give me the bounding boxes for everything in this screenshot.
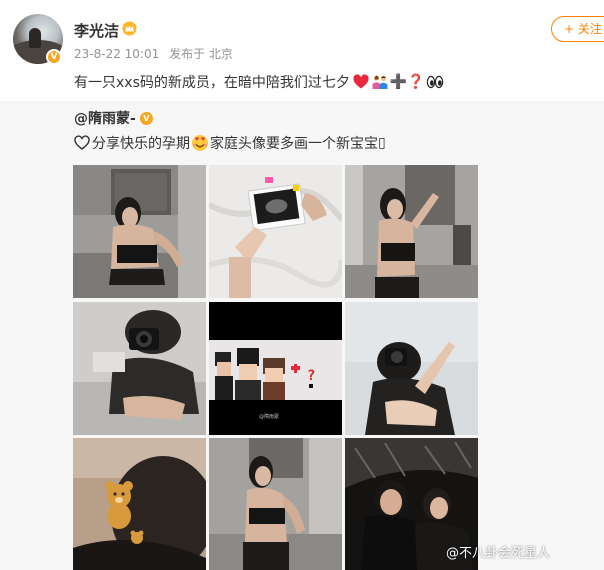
smile-hearts-icon [192,135,208,151]
repost-text-b: 家庭头像要多画一个新宝宝 [210,136,378,152]
username[interactable]: 李光洁 [74,20,119,41]
watermark: @不八卦会死星人 [446,546,551,561]
repost-text: 分享快乐的孕期 家庭头像要多画一个新宝宝 ▯ [74,133,386,153]
grid-photo-6[interactable] [345,302,478,435]
grid-photo-1[interactable] [73,165,206,298]
content-symbols: ➕❓ [389,74,425,90]
post-location: 发布于 北京 [169,47,233,61]
repost-author-name[interactable]: @隋雨蒙- [74,108,136,128]
grid-photo-3[interactable] [345,165,478,298]
repost-author[interactable]: @隋雨蒙- V [74,108,153,128]
grid-photo-7[interactable] [73,438,206,570]
verified-icon: V [46,49,62,65]
repost-verified-icon: V [139,111,153,125]
svg-text:?: ? [307,368,315,384]
post-meta: 23-8-22 10:01 发布于 北京 [74,45,239,62]
post-content: 有一只xxs码的新成员，在暗中陪我们过七夕 ➕❓ [74,72,444,92]
repost-text-end: ▯ [378,135,386,151]
follow-button[interactable]: + 关注 [551,16,604,42]
couple-icon [372,75,388,89]
grid-photo-2[interactable] [209,165,342,298]
grid-photo-4[interactable] [73,302,206,435]
pixel-art-caption: @隋雨蒙 [259,413,279,420]
grid-photo-8[interactable] [209,438,342,570]
repost-text-a: 分享快乐的孕期 [92,136,190,152]
heart-outline-icon [74,135,90,150]
heart-icon [353,74,369,89]
post-text: 有一只xxs码的新成员，在暗中陪我们过七夕 [74,75,350,91]
eyes-icon [426,75,443,89]
grid-pixel-art[interactable]: ? @隋雨蒙 [209,302,342,435]
post-timestamp[interactable]: 23-8-22 10:01 [74,47,159,61]
crown-icon [122,21,137,36]
